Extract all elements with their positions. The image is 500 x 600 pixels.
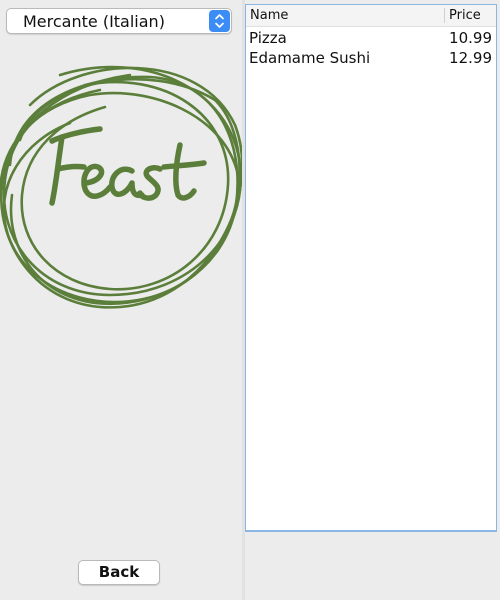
feast-logo — [0, 45, 242, 325]
cell-name: Edamame Sushi — [249, 49, 371, 67]
cell-name: Pizza — [249, 29, 287, 47]
column-divider[interactable] — [444, 8, 445, 23]
table-row[interactable]: Edamame Sushi 12.99 — [246, 48, 496, 68]
app-window: Mercante (Italian) Back Name Price Pizza… — [0, 0, 500, 600]
restaurant-select-value: Mercante (Italian) — [23, 12, 165, 31]
cell-price: 12.99 — [449, 49, 492, 67]
table-header: Name Price — [246, 5, 496, 27]
column-header-name[interactable]: Name — [250, 8, 288, 23]
restaurant-select[interactable]: Mercante (Italian) — [6, 8, 232, 34]
up-down-arrows-icon[interactable] — [209, 10, 230, 32]
left-panel: Mercante (Italian) Back — [0, 0, 242, 600]
column-header-price[interactable]: Price — [449, 8, 481, 23]
cell-price: 10.99 — [449, 29, 492, 47]
back-button[interactable]: Back — [78, 560, 160, 585]
bottom-status-area — [245, 531, 497, 600]
table-row[interactable]: Pizza 10.99 — [246, 28, 496, 48]
menu-table: Name Price Pizza 10.99 Edamame Sushi 12.… — [245, 4, 497, 531]
